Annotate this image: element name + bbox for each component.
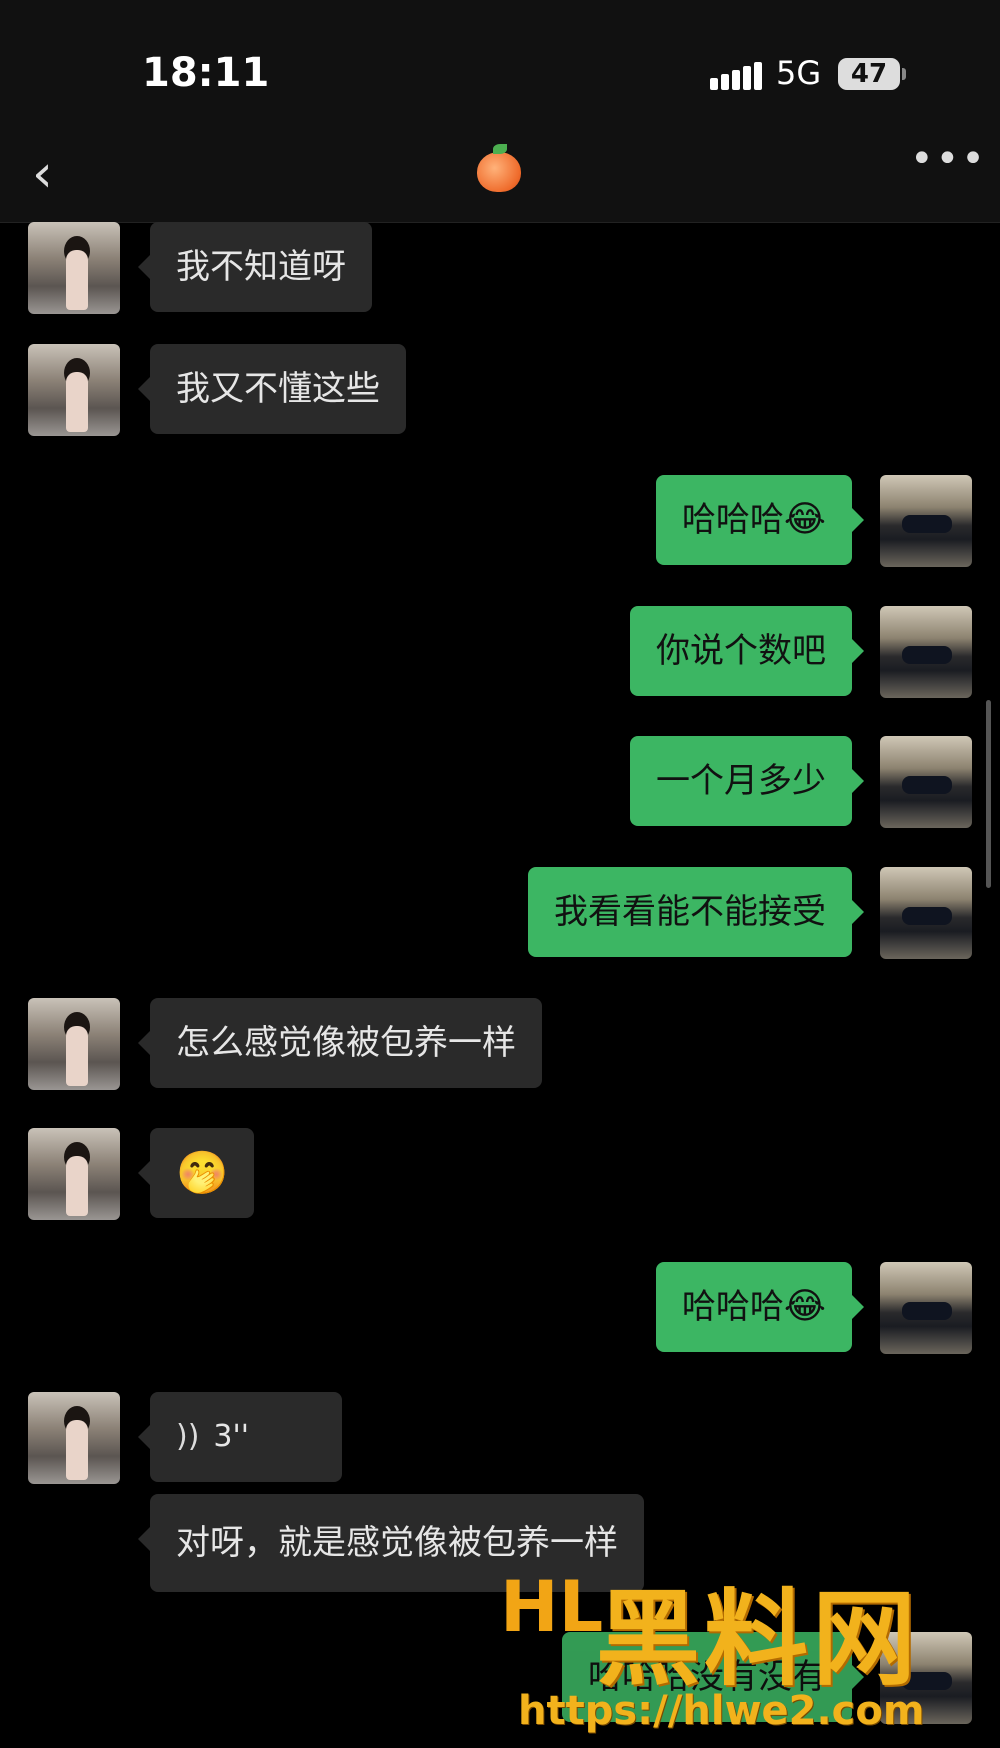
message-text: 对呀，就是感觉像被包养一样 <box>176 1523 618 1563</box>
signal-icon <box>710 62 765 90</box>
voice-message[interactable]: )) 3'' <box>138 1392 342 1482</box>
message-text: 怎么感觉像被包养一样 <box>176 1023 516 1063</box>
sent-message[interactable]: 你说个数吧 <box>630 606 864 696</box>
received-message[interactable]: 怎么感觉像被包养一样 <box>138 998 542 1088</box>
voice-wave-icon: )) <box>176 1419 200 1454</box>
contact-avatar[interactable] <box>28 222 120 314</box>
received-message[interactable]: 我又不懂这些 <box>138 344 406 434</box>
sent-message[interactable]: 我看看能不能接受 <box>528 867 864 957</box>
sent-message[interactable]: 哈哈哈😂 <box>655 1262 865 1352</box>
message-text: 一个月多少 <box>656 761 826 801</box>
message-text: 我又不懂这些 <box>176 369 380 409</box>
watermark-logo-icon: HL <box>500 1566 604 1648</box>
more-dots-icon[interactable]: ••• <box>910 136 987 182</box>
battery-level: 47 <box>850 59 888 89</box>
status-time: 18:11 <box>142 50 270 96</box>
message-text: 哈哈哈 <box>681 500 784 540</box>
contact-avatar[interactable] <box>28 1128 120 1220</box>
message-text: 我不知道呀 <box>176 247 346 287</box>
watermark-title: 黑料网 <box>596 1578 921 1700</box>
my-avatar[interactable] <box>880 475 972 567</box>
contact-avatar[interactable] <box>28 998 120 1090</box>
sent-message[interactable]: 哈哈哈😂 <box>655 475 865 565</box>
my-avatar[interactable] <box>880 736 972 828</box>
message-list[interactable]: 我不知道呀 我又不懂这些 哈哈哈😂 你说个数吧 一个月多少 我看看能不能接受 怎… <box>0 222 1000 1748</box>
my-avatar[interactable] <box>880 606 972 698</box>
scrollbar[interactable] <box>986 700 991 888</box>
watermark-url: https://hlwe2.com <box>518 1688 925 1734</box>
received-message[interactable]: 我不知道呀 <box>138 222 372 312</box>
chat-header: ‹ ••• <box>0 130 1000 223</box>
peach-emoji-icon <box>477 144 521 192</box>
chevron-left-icon[interactable]: ‹ <box>32 148 53 200</box>
message-text: 你说个数吧 <box>656 631 826 671</box>
received-message[interactable]: 🤭 <box>137 1128 255 1218</box>
my-avatar[interactable] <box>880 1262 972 1354</box>
laughing-emoji-icon: 😂 <box>783 499 826 540</box>
watermark: HL 黑料网 https://hlwe2.com <box>500 1560 1000 1748</box>
hand-over-mouth-emoji-icon: 🤭 <box>176 1148 229 1197</box>
status-bar: 18:11 5G 47 <box>0 0 1000 130</box>
contact-avatar[interactable] <box>28 344 120 436</box>
sent-message[interactable]: 一个月多少 <box>630 736 864 826</box>
contact-avatar[interactable] <box>28 1392 120 1484</box>
laughing-emoji-icon: 😂 <box>783 1286 826 1327</box>
message-text: 我看看能不能接受 <box>554 892 826 932</box>
my-avatar[interactable] <box>880 867 972 959</box>
voice-duration: 3'' <box>213 1419 250 1454</box>
network-type: 5G <box>776 54 822 92</box>
message-text: 哈哈哈 <box>681 1287 784 1327</box>
battery-icon: 47 <box>838 58 906 90</box>
